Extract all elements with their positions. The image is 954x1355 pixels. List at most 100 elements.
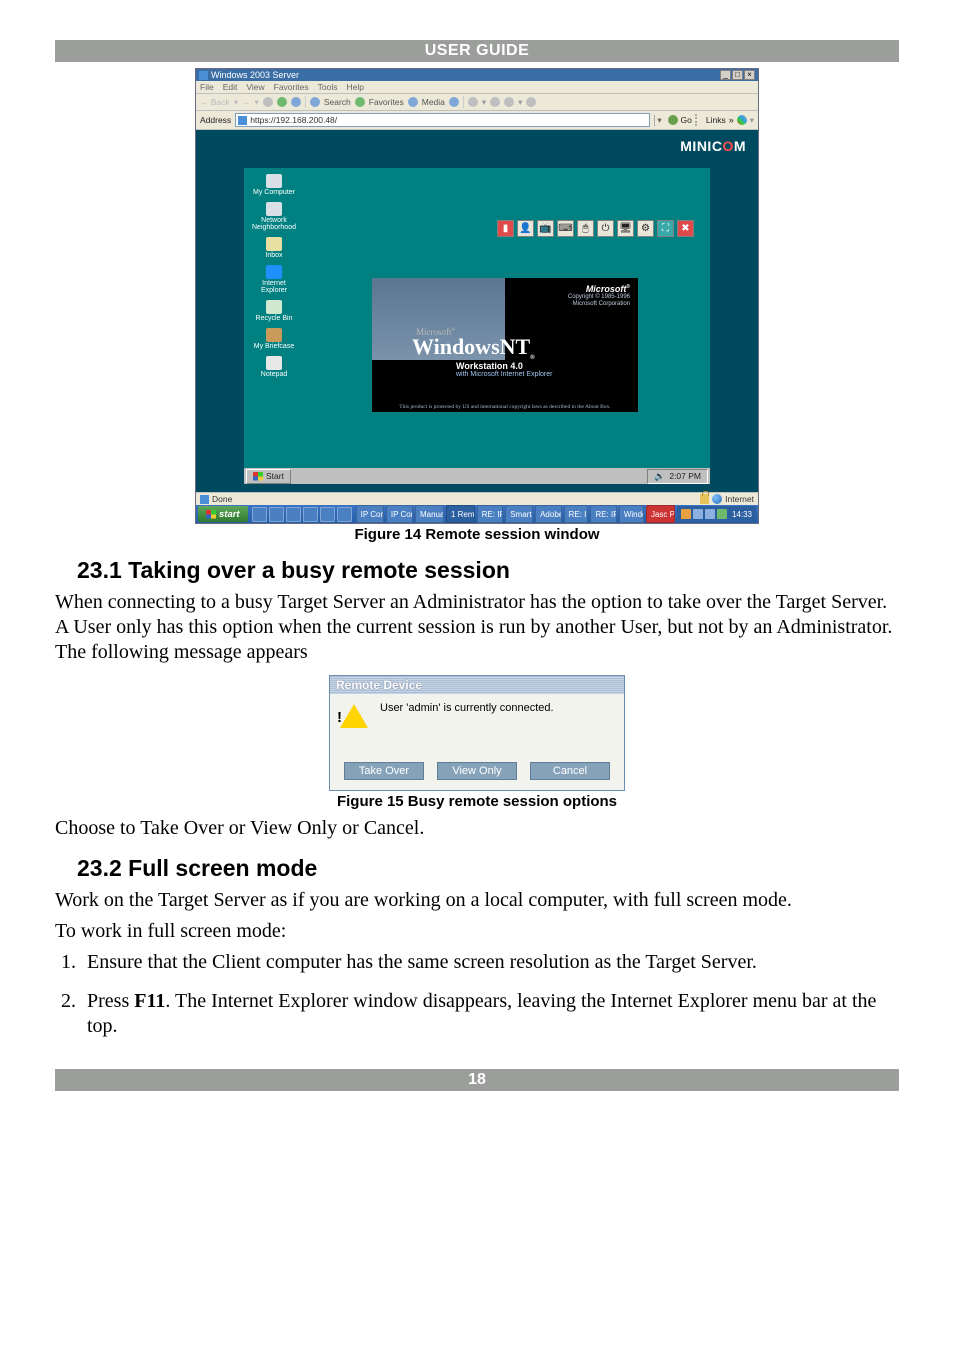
- taskbar-task[interactable]: Windo...: [619, 505, 644, 523]
- back-button[interactable]: ← Back: [200, 97, 230, 107]
- windows-flag-icon: [253, 472, 263, 481]
- taskbar-task[interactable]: Adobe ...: [535, 505, 562, 523]
- host-clock: 14:33: [732, 510, 752, 519]
- step-2-key: F11: [134, 990, 165, 1012]
- remote-start-button[interactable]: Start: [246, 469, 291, 484]
- ql-item[interactable]: [303, 507, 318, 522]
- speaker-icon[interactable]: 🔊: [654, 471, 665, 482]
- toolbar-grip-icon[interactable]: ▮: [497, 220, 514, 237]
- host-tray: 14:33: [677, 506, 756, 522]
- close-button[interactable]: ×: [744, 70, 755, 80]
- toolbar-fullscreen-icon[interactable]: ⛶: [657, 220, 674, 237]
- norton-icon[interactable]: [737, 115, 747, 125]
- lock-icon: [700, 494, 709, 504]
- nt-splash: Microsoft® Copyright © 1985-1996 Microso…: [372, 278, 638, 412]
- address-input[interactable]: https://192.168.200.48/: [235, 113, 649, 127]
- menu-help[interactable]: Help: [346, 82, 363, 92]
- ql-item[interactable]: [269, 507, 284, 522]
- minimize-button[interactable]: _: [720, 70, 731, 80]
- desktop-icon-briefcase[interactable]: My Briefcase: [250, 328, 298, 350]
- media-label[interactable]: Media: [422, 97, 445, 107]
- search-icon[interactable]: [310, 97, 320, 107]
- edition-label: Workstation 4.0: [456, 361, 552, 371]
- taskbar-task[interactable]: RE: IP ...: [477, 505, 503, 523]
- desktop-icon-ie[interactable]: Internet Explorer: [250, 265, 298, 294]
- icon-label: Inbox: [265, 252, 282, 259]
- ql-item[interactable]: [252, 507, 267, 522]
- maximize-button[interactable]: □: [732, 70, 743, 80]
- step-1: Ensure that the Client computer has the …: [81, 950, 899, 975]
- print-icon[interactable]: [490, 97, 500, 107]
- discuss-icon[interactable]: [526, 97, 536, 107]
- go-label[interactable]: Go: [681, 115, 692, 125]
- desktop-icon-inbox[interactable]: Inbox: [250, 237, 298, 259]
- toolbar-keyboard-icon[interactable]: ⌨: [557, 220, 574, 237]
- menu-edit[interactable]: Edit: [223, 82, 238, 92]
- icon-label: Recycle Bin: [256, 315, 293, 322]
- tray-icon[interactable]: [717, 509, 727, 519]
- logo-part-1: MINIC: [680, 138, 722, 154]
- network-icon: [266, 202, 282, 216]
- take-over-button[interactable]: Take Over: [344, 762, 424, 780]
- menu-file[interactable]: File: [200, 82, 214, 92]
- taskbar-task[interactable]: Manuals...: [415, 505, 444, 523]
- edit-icon[interactable]: [504, 97, 514, 107]
- stop-icon[interactable]: [263, 97, 273, 107]
- splash-legal: This product is protected by US and inte…: [372, 404, 638, 410]
- taskbar-task[interactable]: IP Cont...: [386, 505, 413, 523]
- media-icon[interactable]: [408, 97, 418, 107]
- ql-item[interactable]: [286, 507, 301, 522]
- favorites-icon[interactable]: [355, 97, 365, 107]
- address-bar: Address https://192.168.200.48/ ▾ Go Lin…: [196, 111, 758, 130]
- desktop-icon-notepad[interactable]: Notepad: [250, 356, 298, 378]
- forward-button[interactable]: →: [242, 97, 251, 107]
- briefcase-icon: [266, 328, 282, 342]
- tray-icon[interactable]: [681, 509, 691, 519]
- ie-icon: [199, 71, 208, 80]
- refresh-icon[interactable]: [277, 97, 287, 107]
- taskbar-task[interactable]: Jasc Pai...: [646, 505, 675, 523]
- cancel-button[interactable]: Cancel: [530, 762, 610, 780]
- search-label[interactable]: Search: [324, 97, 351, 107]
- toolbar-logout-icon[interactable]: ✖: [677, 220, 694, 237]
- address-dropdown[interactable]: ▾: [654, 115, 665, 126]
- menu-favorites[interactable]: Favorites: [274, 82, 309, 92]
- toolbar-video-icon[interactable]: 📺: [537, 220, 554, 237]
- header-title: USER GUIDE: [55, 40, 899, 62]
- remote-desktop: My Computer Network Neighborhood Inbox: [244, 168, 710, 484]
- view-only-button[interactable]: View Only: [437, 762, 517, 780]
- home-icon[interactable]: [291, 97, 301, 107]
- desktop-icon-my-computer[interactable]: My Computer: [250, 174, 298, 196]
- menu-view[interactable]: View: [246, 82, 264, 92]
- my-computer-icon: [266, 174, 282, 188]
- status-text: Done: [212, 494, 232, 504]
- links-label[interactable]: Links: [706, 115, 726, 125]
- desktop-icon-recycle[interactable]: Recycle Bin: [250, 300, 298, 322]
- taskbar-task[interactable]: RE: IP ...: [590, 505, 616, 523]
- taskbar-task[interactable]: Smart 1...: [505, 505, 533, 523]
- toolbar-mouse-icon[interactable]: 🖱: [577, 220, 594, 237]
- taskbar-task[interactable]: 1 Remin...: [446, 505, 475, 523]
- remote-viewport: MINICOM My Computer Network Neighborhood: [196, 130, 758, 492]
- taskbar-task[interactable]: RE: IP...: [564, 505, 589, 523]
- tray-icon[interactable]: [693, 509, 703, 519]
- toolbar-settings-icon[interactable]: ⚙: [637, 220, 654, 237]
- menu-tools[interactable]: Tools: [318, 82, 338, 92]
- favorites-label[interactable]: Favorites: [369, 97, 404, 107]
- toolbar-power-icon[interactable]: ⏻: [597, 220, 614, 237]
- tray-icon[interactable]: [705, 509, 715, 519]
- ql-item[interactable]: [320, 507, 335, 522]
- toolbar-servers-icon[interactable]: 🖥: [617, 220, 634, 237]
- mail-icon[interactable]: [468, 97, 478, 107]
- host-start-button[interactable]: start: [198, 506, 248, 522]
- taskbar-task[interactable]: IP Control: [356, 505, 384, 523]
- history-icon[interactable]: [449, 97, 459, 107]
- address-label: Address: [200, 115, 231, 125]
- ql-item[interactable]: [337, 507, 352, 522]
- go-icon[interactable]: [668, 115, 678, 125]
- toolbar-session-icon[interactable]: 👤: [517, 220, 534, 237]
- remote-control-toolbar[interactable]: ▮ 👤 📺 ⌨ 🖱 ⏻ 🖥 ⚙ ⛶ ✖: [497, 220, 694, 237]
- ms-brand-label: Microsoft®: [568, 284, 630, 294]
- fullscreen-steps: Ensure that the Client computer has the …: [55, 950, 899, 1039]
- desktop-icon-network[interactable]: Network Neighborhood: [250, 202, 298, 231]
